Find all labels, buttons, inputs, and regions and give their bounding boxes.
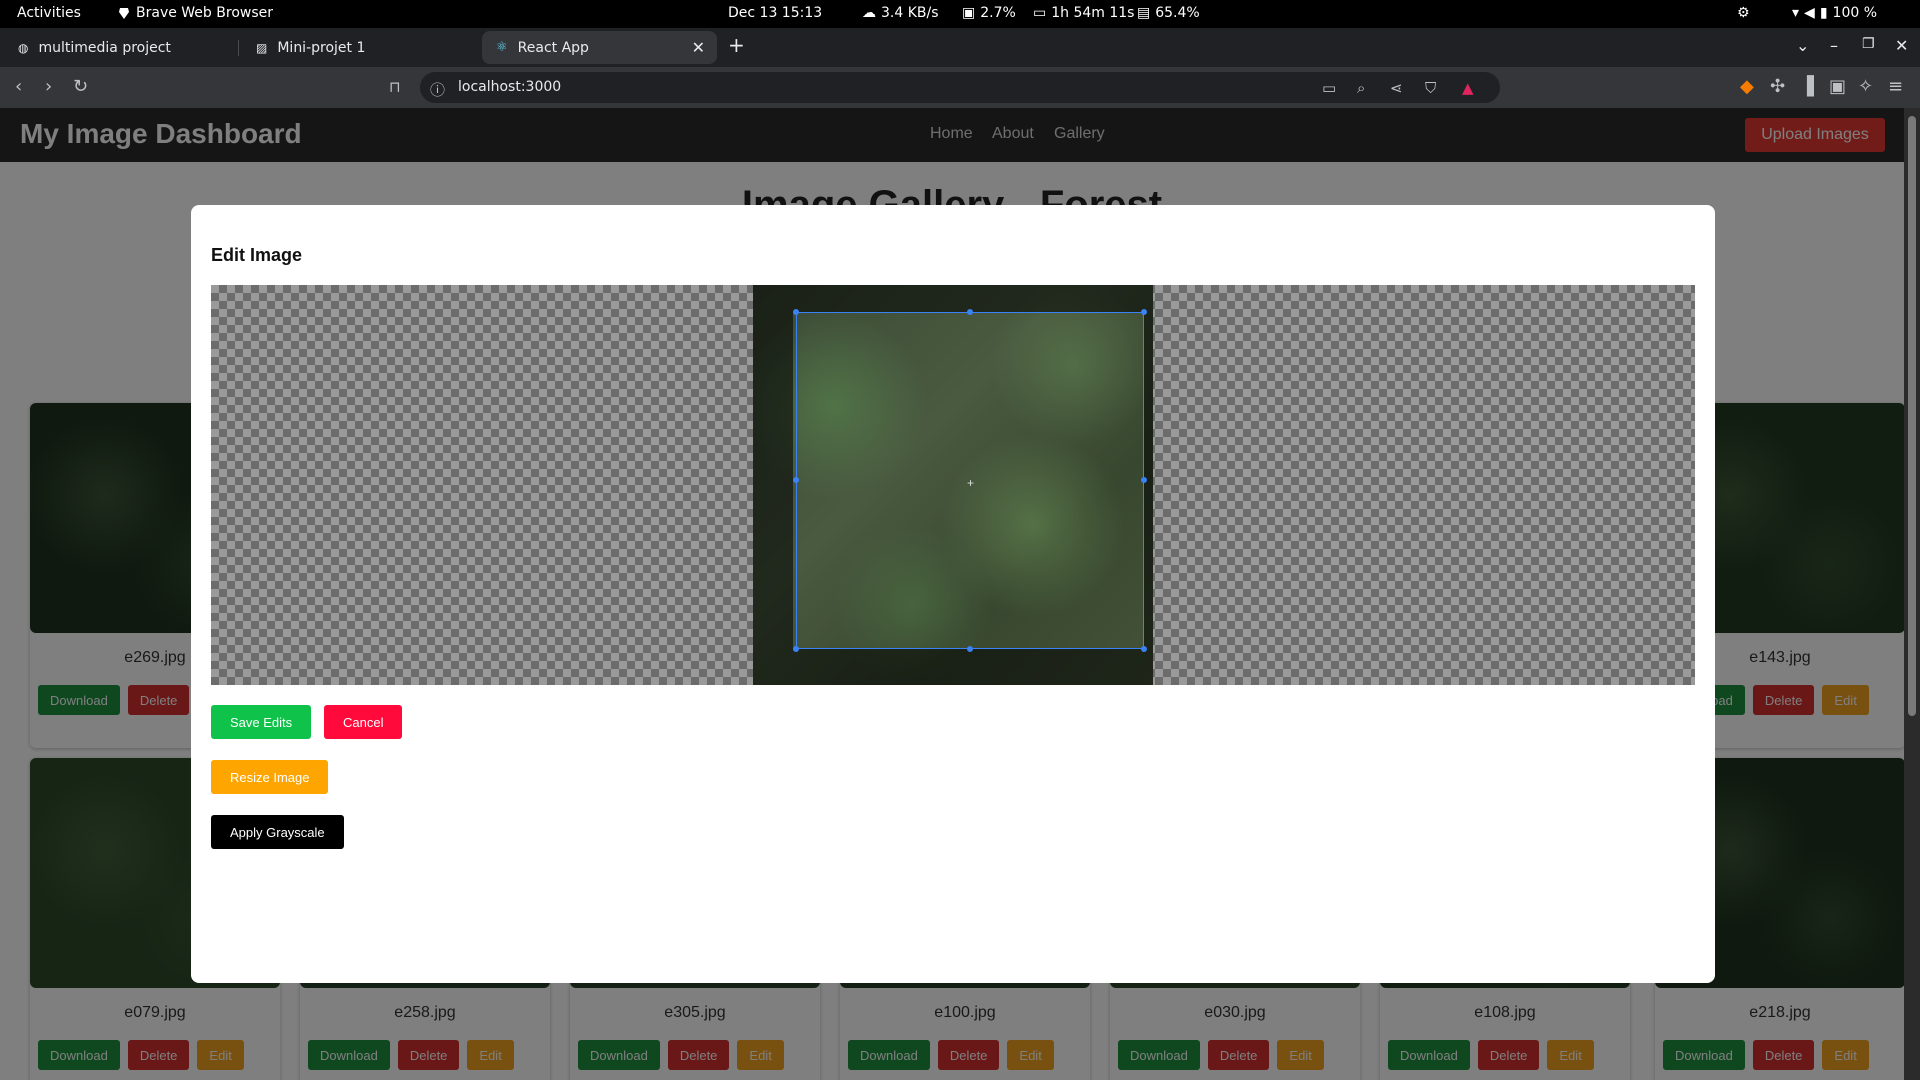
cast-icon[interactable]: ▭	[1322, 79, 1336, 97]
activities-label: Activities	[17, 5, 81, 21]
share-icon[interactable]: ⋖	[1390, 79, 1403, 97]
focused-app[interactable]: Brave Web Browser	[117, 5, 273, 21]
scrollbar-thumb[interactable]	[1908, 116, 1916, 716]
memory-indicator: ▤ 65.4%	[1137, 5, 1200, 21]
app-name: Brave Web Browser	[136, 5, 273, 21]
cpu-icon: ▣	[962, 5, 976, 21]
uptime-indicator: ▭ 1h 54m 11s	[1033, 5, 1134, 21]
react-icon: ⚛	[496, 40, 508, 55]
system-status-menu[interactable]: ▾ ◀ ▮ 100 %	[1792, 5, 1877, 21]
new-tab-button[interactable]: +	[728, 33, 745, 57]
network-indicator: ☁ 3.4 KB/s	[862, 5, 939, 21]
tab-multimedia-project[interactable]: ◍ multimedia project	[4, 31, 236, 64]
network-speed: 3.4 KB/s	[881, 5, 939, 21]
cancel-button[interactable]: Cancel	[324, 705, 403, 739]
extensions-tray-icon[interactable]: ⚙	[1737, 5, 1750, 21]
close-window-button[interactable]: ✕	[1895, 36, 1908, 55]
crop-handle-top-right[interactable]	[1141, 309, 1147, 315]
crop-handle-bottom-left[interactable]	[793, 646, 799, 652]
uptime-value: 1h 54m 11s	[1051, 5, 1135, 21]
clock[interactable]: Dec 13 15:13	[728, 5, 822, 21]
address-bar[interactable]: ⓘ localhost:3000 ▭ ⌕ ⋖ ⛉ ▲	[420, 72, 1500, 103]
cpu-indicator: ▣ 2.7%	[962, 5, 1016, 21]
tab-react-app[interactable]: ⚛ React App ✕	[482, 31, 717, 64]
tab-search-chevron-icon[interactable]: ⌄	[1796, 36, 1809, 55]
modal-title: Edit Image	[211, 245, 303, 265]
cpu-value: 2.7%	[980, 5, 1016, 21]
monitor-icon: ▭	[1033, 5, 1047, 21]
web-page: My Image Dashboard Home About Gallery Up…	[0, 108, 1904, 1080]
extension-fox-icon[interactable]: ◆	[1740, 77, 1754, 97]
bookmark-icon[interactable]: ⊓	[389, 77, 401, 97]
cloud-upload-icon: ☁	[862, 5, 876, 21]
crop-handle-right[interactable]	[1141, 477, 1147, 483]
browser-toolbar: ‹ › ↻ ⊓ ⓘ localhost:3000 ▭ ⌕ ⋖ ⛉ ▲ ◆ ✣ ▐…	[0, 67, 1920, 108]
memory-icon: ▤	[1137, 5, 1151, 21]
crop-handle-top[interactable]	[967, 309, 973, 315]
crop-handle-top-left[interactable]	[793, 309, 799, 315]
tab-title: multimedia project	[38, 39, 171, 56]
image-editor-canvas[interactable]: +	[211, 285, 1695, 685]
crop-selection[interactable]: +	[793, 309, 1147, 652]
system-top-bar: Activities Brave Web Browser Dec 13 15:1…	[0, 0, 1920, 28]
tab-title: Mini-projet 1	[277, 39, 366, 56]
extensions-puzzle-icon[interactable]: ✣	[1770, 77, 1785, 97]
minimize-button[interactable]: –	[1830, 36, 1838, 55]
tab-title: React App	[517, 39, 589, 56]
url-text[interactable]: localhost:3000	[458, 79, 561, 95]
save-edits-button[interactable]: Save Edits	[211, 705, 312, 739]
apply-grayscale-button[interactable]: Apply Grayscale	[211, 815, 344, 849]
menu-icon[interactable]: ≡	[1888, 77, 1903, 97]
back-arrow-icon[interactable]: ‹	[15, 77, 22, 97]
crop-handle-left[interactable]	[793, 477, 799, 483]
zoom-icon[interactable]: ⌕	[1357, 79, 1365, 97]
reload-icon[interactable]: ↻	[73, 77, 88, 97]
activities-button[interactable]: Activities	[17, 5, 81, 21]
site-info-icon[interactable]: ⓘ	[430, 79, 445, 100]
crop-handle-bottom-right[interactable]	[1141, 646, 1147, 652]
brave-shields-icon[interactable]: ⛉	[1425, 79, 1436, 97]
memory-value: 65.4%	[1155, 5, 1200, 21]
crop-handle-bottom[interactable]	[967, 646, 973, 652]
crosshair-icon: +	[967, 476, 975, 490]
maximize-button[interactable]: ❐	[1862, 36, 1875, 52]
brave-rewards-icon[interactable]: ▲	[1462, 79, 1474, 97]
image-icon: ▨	[256, 40, 268, 55]
resize-image-button[interactable]: Resize Image	[211, 760, 329, 794]
wallet-icon[interactable]: ▣	[1829, 77, 1846, 97]
forward-arrow-icon[interactable]: ›	[45, 77, 52, 97]
page-scrollbar[interactable]	[1904, 108, 1920, 1080]
close-tab-icon[interactable]: ✕	[692, 38, 705, 57]
globe-icon: ◍	[18, 40, 29, 55]
wifi-icon: ▾	[1792, 5, 1800, 21]
browser-tab-strip: ◍ multimedia project ▨ Mini-projet 1 ⚛ R…	[0, 28, 1920, 67]
volume-icon: ◀	[1804, 5, 1815, 21]
datetime: Dec 13 15:13	[728, 5, 823, 21]
battery-icon: ▮	[1819, 5, 1828, 21]
edit-image-modal: Edit Image + Save Edits Cancel Resize Im…	[191, 205, 1715, 983]
brave-lion-icon	[119, 8, 129, 19]
tab-mini-projet[interactable]: ▨ Mini-projet 1	[242, 31, 474, 64]
leo-ai-icon[interactable]: ✧	[1858, 77, 1873, 97]
sidebar-icon[interactable]: ▐	[1800, 77, 1814, 97]
battery-value: 100 %	[1832, 5, 1878, 21]
